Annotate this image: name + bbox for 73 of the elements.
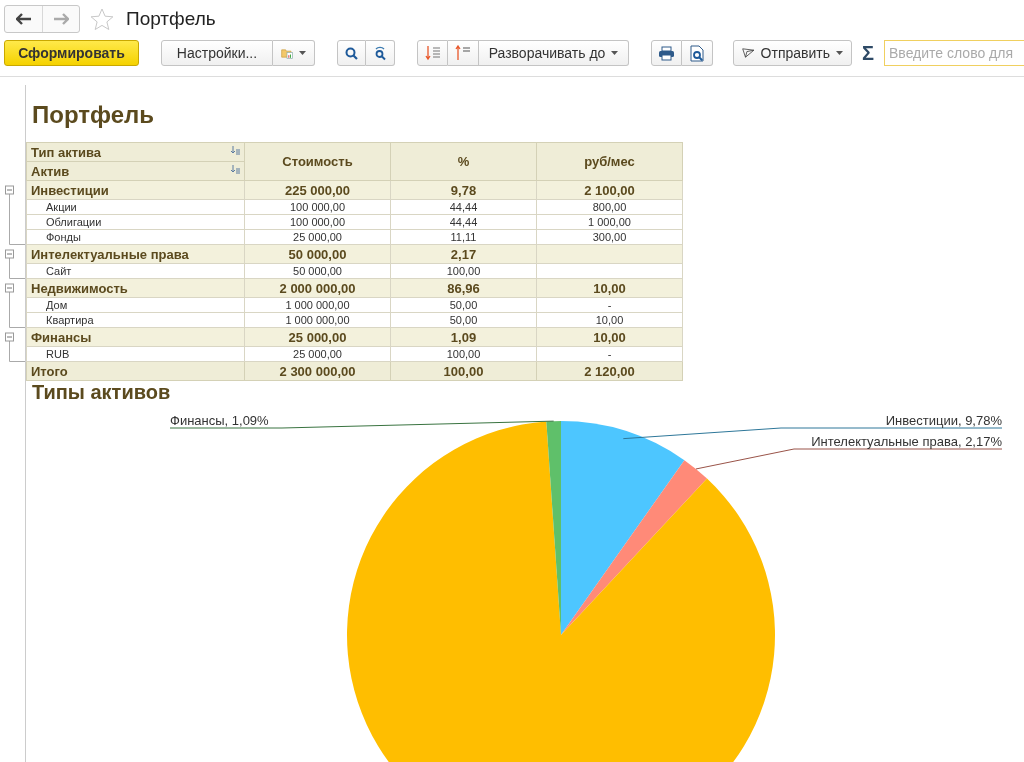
caret-icon bbox=[299, 51, 306, 55]
item-cell: Сайт bbox=[26, 263, 245, 279]
expand-to-button[interactable]: Разворачивать до bbox=[479, 40, 629, 66]
sort-descending-button[interactable] bbox=[417, 40, 448, 66]
search-icon bbox=[345, 46, 358, 60]
cancel-search-button[interactable] bbox=[366, 40, 395, 66]
value-cell: 25 000,00 bbox=[244, 346, 391, 362]
window-title: Портфель bbox=[126, 8, 216, 30]
collapse-icon[interactable] bbox=[5, 332, 14, 342]
value-cell: 50,00 bbox=[390, 312, 537, 328]
printer-icon bbox=[658, 45, 675, 61]
sort-icon[interactable] bbox=[231, 165, 240, 174]
value-cell: 50,00 bbox=[390, 297, 537, 313]
column-header: % bbox=[390, 142, 537, 181]
column-header: Стоимость bbox=[244, 142, 391, 181]
value-cell: 100,00 bbox=[390, 346, 537, 362]
item-cell: RUB bbox=[26, 346, 245, 362]
sort-ascending-button[interactable] bbox=[448, 40, 479, 66]
value-cell: 25 000,00 bbox=[244, 229, 391, 245]
preview-button[interactable] bbox=[682, 40, 713, 66]
variants-button[interactable] bbox=[273, 40, 315, 66]
item-cell: Фонды bbox=[26, 229, 245, 245]
pie-label: Инвестиции, 9,78% bbox=[885, 413, 1002, 428]
value-cell: - bbox=[536, 346, 683, 362]
value-cell: 1 000,00 bbox=[536, 214, 683, 230]
settings-button[interactable]: Настройки... bbox=[161, 40, 273, 66]
sort-icon[interactable] bbox=[231, 146, 240, 155]
tree-line bbox=[9, 193, 25, 245]
collapse-icon[interactable] bbox=[5, 185, 14, 195]
star-icon[interactable] bbox=[90, 7, 114, 31]
sum-icon[interactable]: Σ bbox=[862, 41, 874, 65]
pie-label: Финансы, 1,09% bbox=[170, 413, 269, 428]
pie-label: Интелектуальные права, 2,17% bbox=[811, 434, 1002, 449]
item-cell: Квартира bbox=[26, 312, 245, 328]
sort-up-icon bbox=[455, 45, 471, 61]
chart-title: Типы активов bbox=[31, 381, 172, 405]
value-cell: 50 000,00 bbox=[244, 263, 391, 279]
report-title: Портфель bbox=[31, 100, 156, 129]
search-button[interactable] bbox=[337, 40, 366, 66]
value-cell: 100 000,00 bbox=[244, 214, 391, 230]
tree-line bbox=[9, 340, 25, 362]
left-arrow-icon bbox=[15, 13, 32, 25]
sort-down-icon bbox=[424, 45, 441, 61]
right-arrow-icon bbox=[53, 13, 69, 25]
collapse-icon[interactable] bbox=[5, 283, 14, 293]
caret-icon bbox=[836, 51, 843, 55]
value-cell: 11,11 bbox=[390, 229, 537, 245]
search-cancel-icon bbox=[373, 45, 387, 61]
item-cell: Дом bbox=[26, 297, 245, 313]
print-button[interactable] bbox=[651, 40, 682, 66]
value-cell: 300,00 bbox=[536, 229, 683, 245]
value-cell: 10,00 bbox=[536, 312, 683, 328]
caret-icon bbox=[611, 51, 619, 55]
document-search-icon bbox=[689, 44, 705, 62]
value-cell: 44,44 bbox=[390, 199, 537, 215]
item-cell: Акции bbox=[26, 199, 245, 215]
tree-line bbox=[9, 291, 25, 328]
collapse-icon[interactable] bbox=[5, 249, 14, 259]
column-header: Тип актива bbox=[26, 142, 245, 162]
value-cell: 1 000 000,00 bbox=[244, 297, 391, 313]
send-button[interactable]: Отправить bbox=[733, 40, 852, 66]
search-field[interactable]: Введите слово для bbox=[884, 40, 1024, 66]
tree-line bbox=[9, 257, 25, 279]
item-cell: Облигации bbox=[26, 214, 245, 230]
value-cell: 100 000,00 bbox=[244, 199, 391, 215]
value-cell: - bbox=[536, 297, 683, 313]
value-cell: 1 000 000,00 bbox=[244, 312, 391, 328]
value-cell: 44,44 bbox=[390, 214, 537, 230]
value-cell: 100,00 bbox=[390, 263, 537, 279]
value-cell: 800,00 bbox=[536, 199, 683, 215]
paper-plane-icon bbox=[742, 46, 755, 60]
column-header: руб/мес bbox=[536, 142, 683, 181]
generate-button[interactable]: Сформировать bbox=[4, 40, 139, 66]
